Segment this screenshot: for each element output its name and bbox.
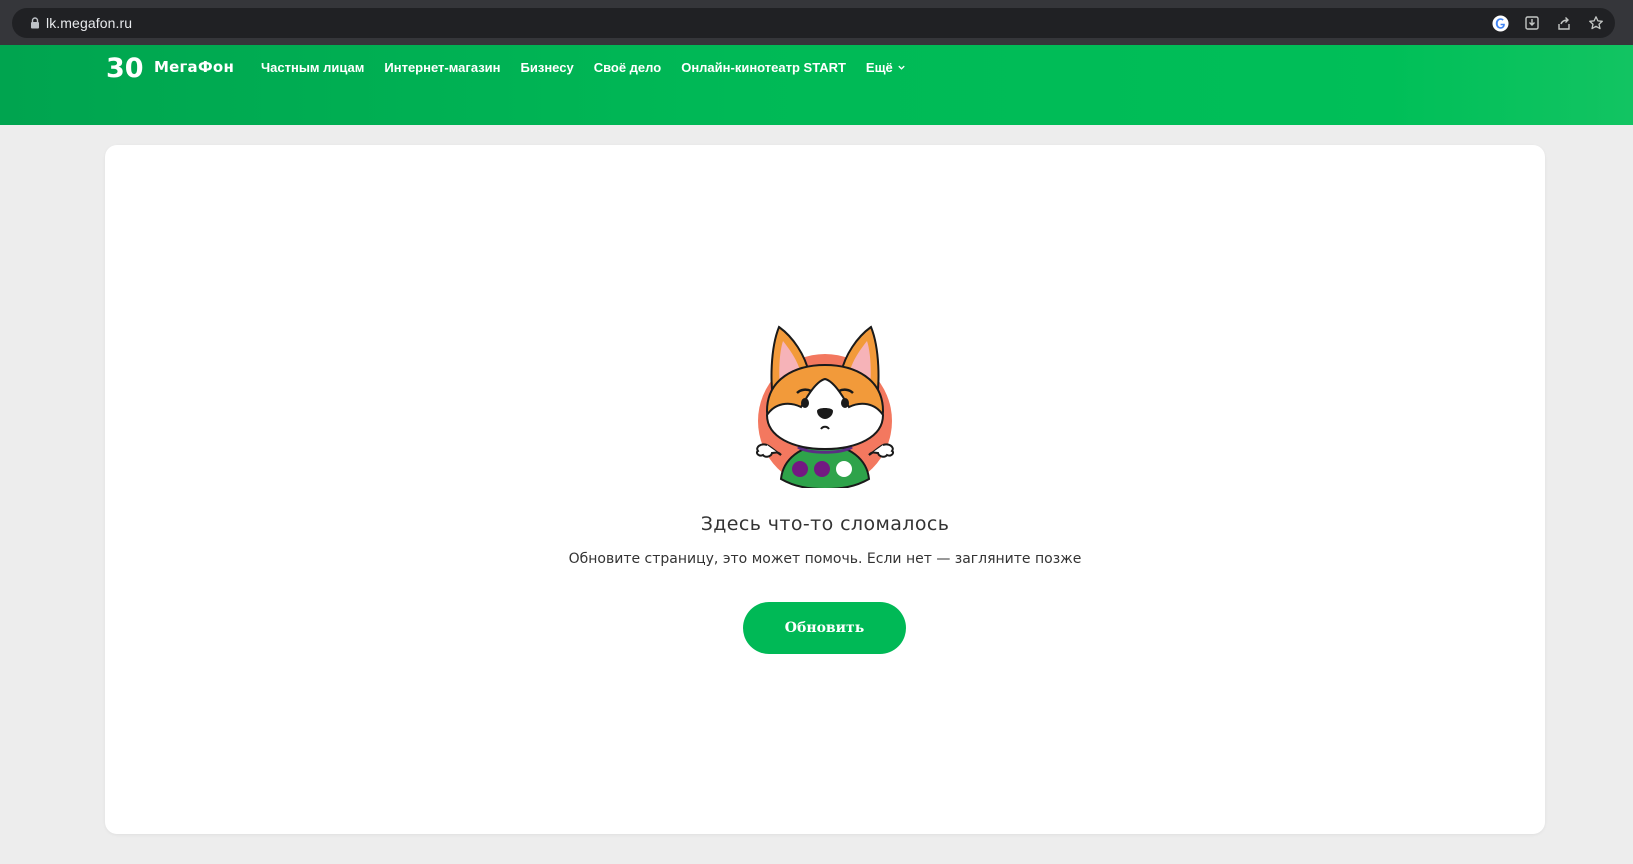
error-title: Здесь что-то сломалось — [700, 513, 950, 535]
nav-more-label: Ещё — [865, 60, 893, 75]
nav-item-own-business[interactable]: Своё дело — [594, 60, 662, 75]
nav-item-shop[interactable]: Интернет-магазин — [384, 60, 500, 75]
lock-icon[interactable] — [28, 16, 42, 30]
nav-item-start-cinema[interactable]: Онлайн-кинотеатр START — [681, 60, 846, 75]
url-text[interactable]: lk.megafon.ru — [46, 15, 132, 31]
refresh-button[interactable]: Обновить — [743, 602, 906, 654]
error-card — [105, 145, 1545, 834]
install-icon[interactable] — [1523, 14, 1541, 32]
logo-30-mark: 30 — [106, 53, 144, 82]
browser-toolbar: lk.megafon.ru — [0, 0, 1633, 45]
share-icon[interactable] — [1555, 14, 1573, 32]
address-bar[interactable]: lk.megafon.ru — [12, 8, 1615, 38]
svg-text:30: 30 — [106, 53, 144, 82]
corgi-illustration — [755, 325, 895, 488]
nav-item-private[interactable]: Частным лицам — [261, 60, 364, 75]
address-bar-actions — [1491, 14, 1605, 32]
megafon-logo[interactable]: 30 МегаФон — [106, 52, 234, 82]
site-header: 30 МегаФон Частным лицам Интернет-магази… — [0, 45, 1633, 125]
logo-text: МегаФон — [154, 58, 235, 76]
google-icon[interactable] — [1491, 14, 1509, 32]
nav-item-business[interactable]: Бизнесу — [521, 60, 574, 75]
main-nav: Частным лицам Интернет-магазин Бизнесу С… — [261, 60, 926, 75]
nav-item-more[interactable]: Ещё — [866, 60, 906, 75]
bookmark-star-icon[interactable] — [1587, 14, 1605, 32]
chevron-down-icon — [898, 65, 905, 70]
error-subtitle: Обновите страницу, это может помочь. Есл… — [568, 551, 1082, 567]
